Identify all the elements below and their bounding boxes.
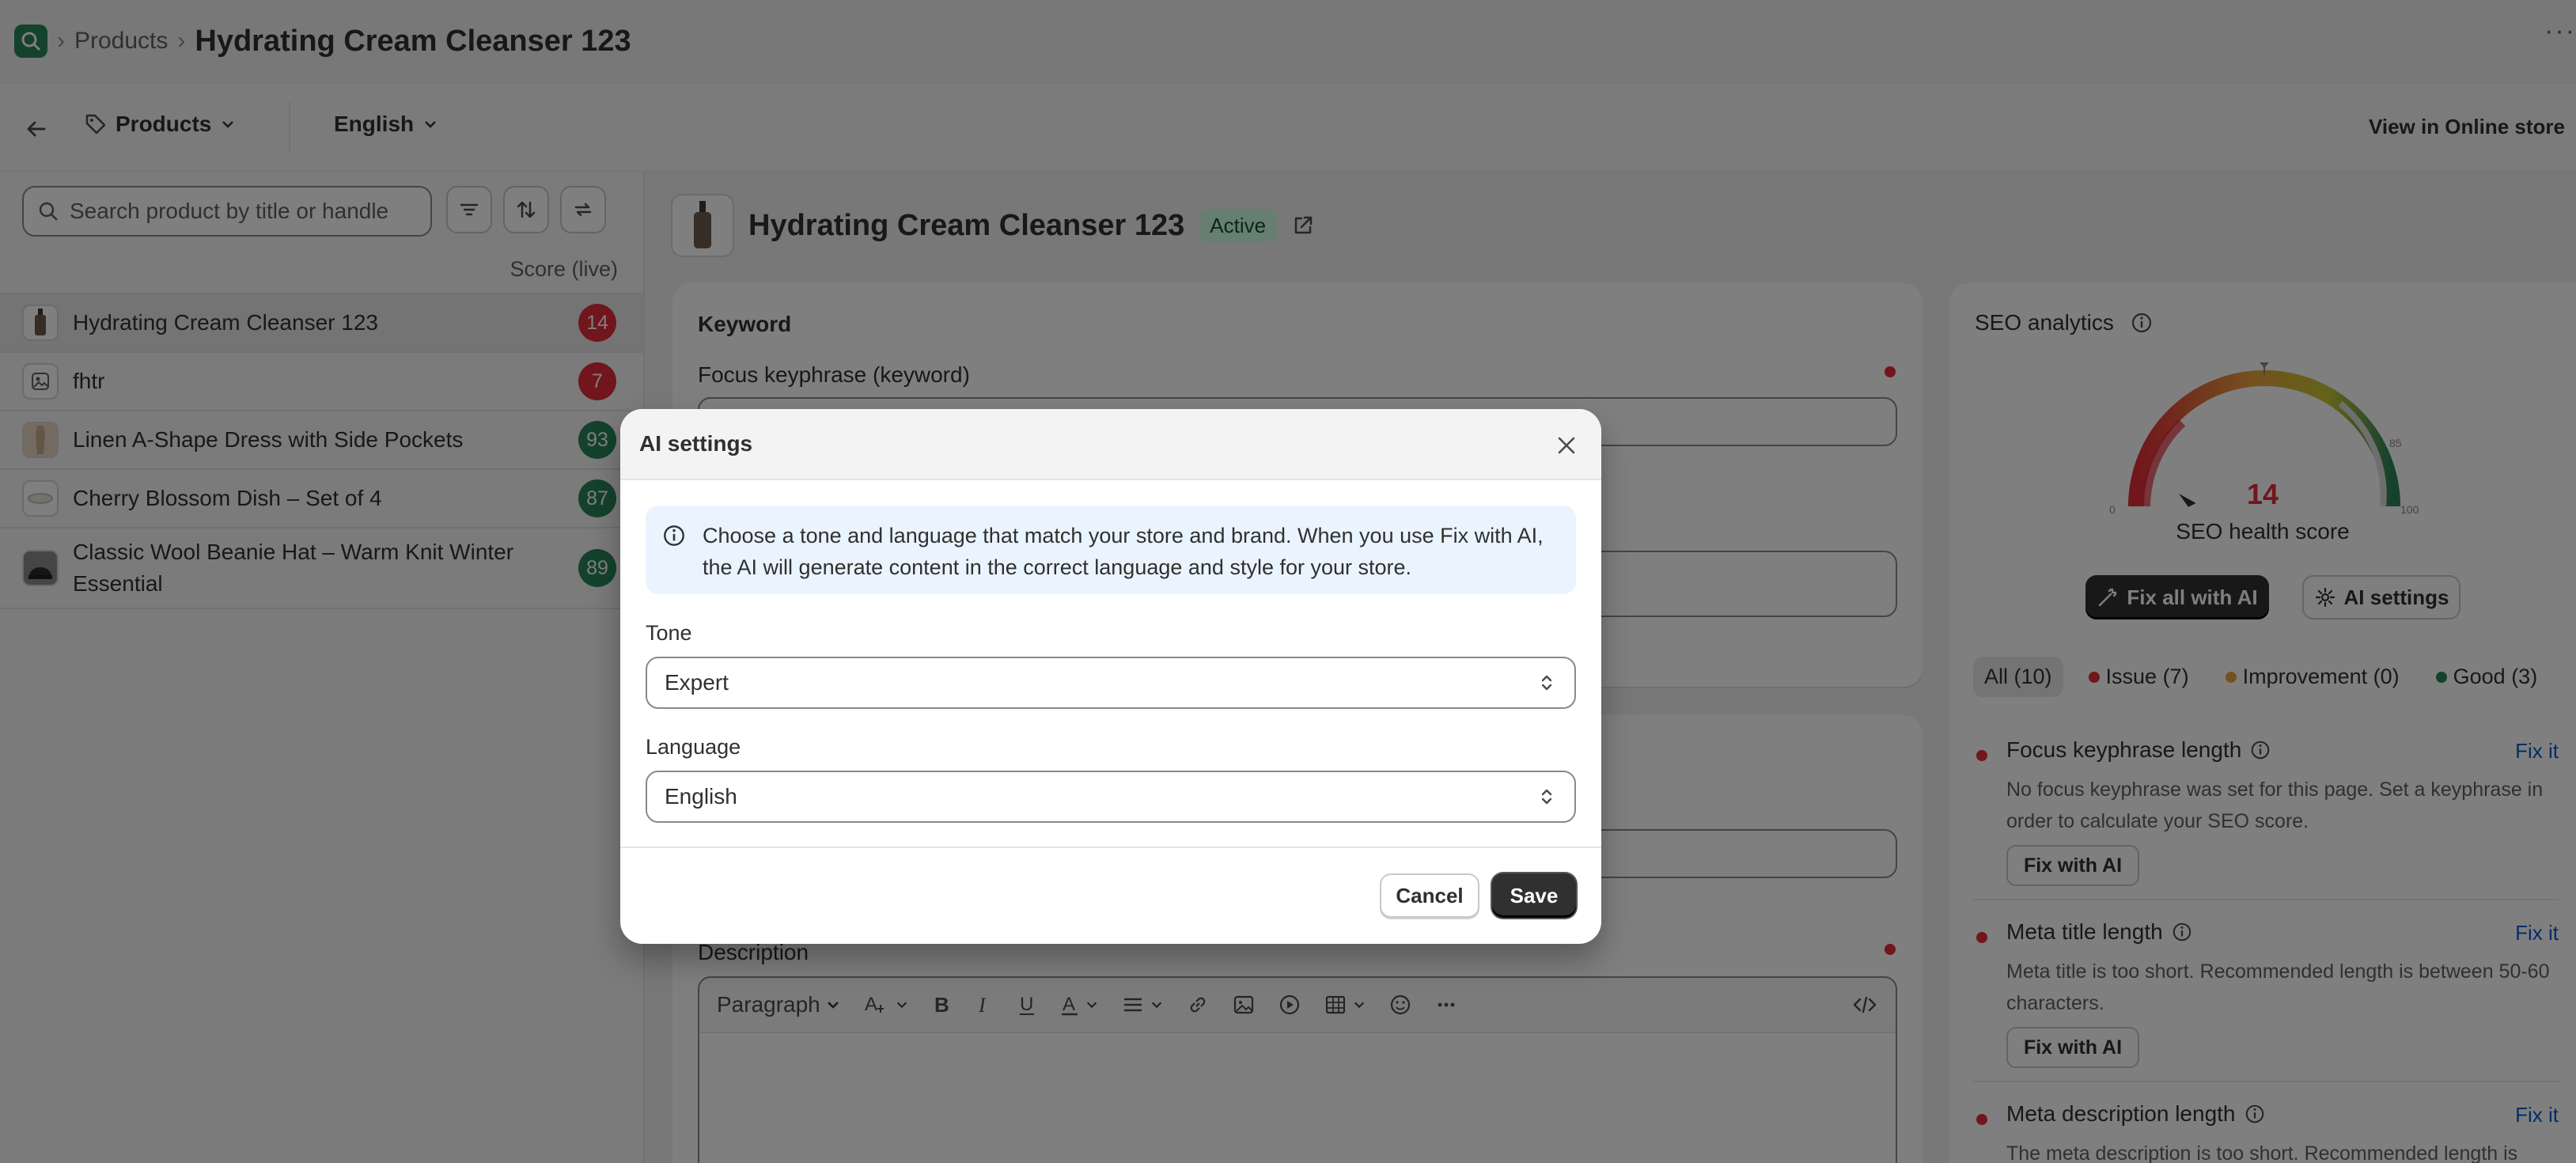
select-arrows-icon — [1541, 789, 1552, 805]
tone-select[interactable]: Expert — [646, 657, 1576, 709]
tone-value: Expert — [665, 670, 729, 695]
info-icon — [664, 525, 684, 546]
ai-settings-modal: AI settings Choose a tone and language t… — [620, 409, 1601, 944]
cancel-button[interactable]: Cancel — [1380, 873, 1479, 918]
modal-title: AI settings — [639, 431, 753, 456]
language-select-modal[interactable]: English — [646, 771, 1576, 823]
info-banner-text: Choose a tone and language that match yo… — [703, 524, 1544, 579]
modal-header: AI settings — [620, 409, 1601, 480]
select-arrows-icon — [1541, 675, 1552, 691]
language-value: English — [665, 784, 737, 809]
info-banner: Choose a tone and language that match yo… — [646, 506, 1576, 594]
close-icon[interactable] — [1552, 431, 1581, 460]
language-label: Language — [646, 735, 741, 759]
save-button[interactable]: Save — [1492, 873, 1576, 918]
modal-footer: Cancel Save — [620, 847, 1601, 944]
tone-label: Tone — [646, 621, 692, 645]
